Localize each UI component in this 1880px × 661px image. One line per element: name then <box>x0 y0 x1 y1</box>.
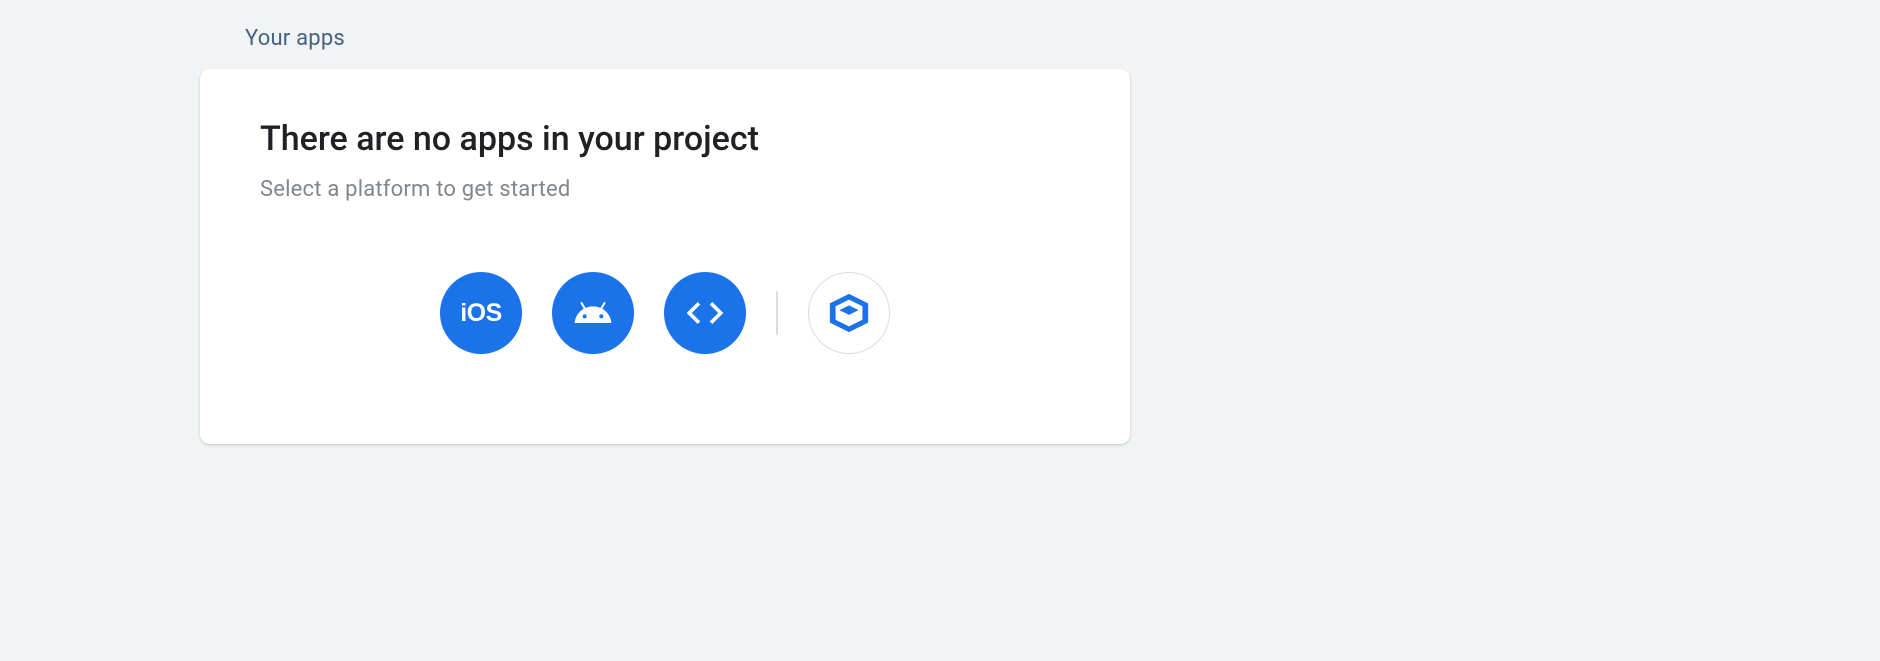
code-icon <box>683 291 727 335</box>
android-icon <box>573 293 613 333</box>
empty-state-subtext: Select a platform to get started <box>260 177 1070 202</box>
ios-icon: iOS <box>460 299 502 328</box>
platform-row: iOS <box>260 272 1070 354</box>
platform-unity-button[interactable] <box>808 272 890 354</box>
platform-android-button[interactable] <box>552 272 634 354</box>
divider <box>776 291 778 335</box>
unity-icon <box>826 290 872 336</box>
platform-web-button[interactable] <box>664 272 746 354</box>
apps-card: There are no apps in your project Select… <box>200 69 1130 444</box>
empty-state-heading: There are no apps in your project <box>260 119 1070 159</box>
section-title: Your apps <box>200 0 1680 69</box>
your-apps-section: Your apps There are no apps in your proj… <box>0 0 1880 444</box>
platform-ios-button[interactable]: iOS <box>440 272 522 354</box>
